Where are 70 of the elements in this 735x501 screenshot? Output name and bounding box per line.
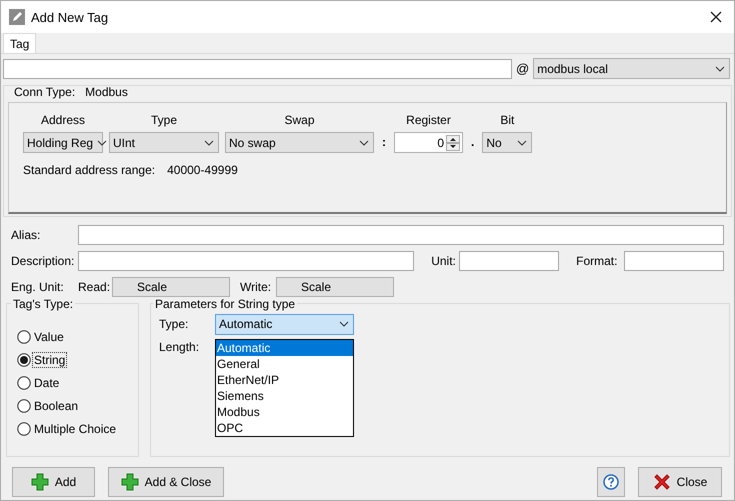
plus-icon: [120, 473, 139, 491]
radio-label[interactable]: Value: [33, 330, 65, 344]
alias-label: Alias:: [11, 228, 42, 242]
length-label: Length:: [159, 340, 200, 354]
radio-button[interactable]: [17, 376, 31, 390]
chevron-down-icon: [715, 66, 725, 72]
close-icon: [652, 473, 671, 491]
write-scale-button[interactable]: Scale: [276, 277, 394, 297]
description-label: Description:: [11, 254, 76, 268]
window-title: Add New Tag: [31, 10, 110, 24]
dropdown[interactable]: UInt: [109, 132, 219, 153]
help-icon: [603, 474, 619, 490]
chevron-down-icon: [204, 140, 214, 146]
radio-button[interactable]: [17, 330, 31, 344]
add-button[interactable]: Add: [12, 467, 95, 497]
address-range-value: 40000-49999: [167, 163, 238, 177]
radio-button[interactable]: [17, 422, 31, 436]
radio-label[interactable]: String: [33, 353, 66, 367]
dropdown[interactable]: No swap: [225, 132, 374, 153]
format-label: Format:: [576, 254, 618, 268]
alias-field[interactable]: [78, 225, 724, 245]
dropdown-option[interactable]: General: [216, 356, 353, 372]
close-button[interactable]: Close: [638, 467, 722, 497]
tag-name-field[interactable]: [3, 58, 512, 78]
add-button[interactable]: Add & Close: [108, 467, 224, 497]
dropdown-option[interactable]: Automatic: [216, 340, 353, 356]
dropdown-option[interactable]: EtherNet/IP: [216, 372, 353, 388]
help-button[interactable]: [597, 467, 625, 497]
radio-button[interactable]: [17, 399, 31, 413]
separator: :: [381, 135, 387, 151]
dropdown-option[interactable]: Modbus: [216, 404, 353, 420]
chevron-down-icon: [339, 321, 349, 327]
type-label: Type:: [159, 317, 190, 331]
group-title: Tag's Type:: [11, 297, 76, 311]
group-title: Parameters for String type: [153, 297, 298, 311]
tab[interactable]: Tag: [3, 33, 36, 53]
format-field[interactable]: [624, 251, 724, 271]
column-label: Type: [150, 113, 178, 127]
read-scale-button[interactable]: Scale: [112, 277, 230, 297]
address-range-label: Standard address range:: [23, 163, 156, 177]
plus-icon: [30, 473, 49, 491]
unit-field[interactable]: [459, 251, 560, 271]
close-icon[interactable]: [710, 11, 722, 23]
column-label: Bit: [499, 113, 516, 127]
conn-type-value: Modbus: [85, 85, 128, 99]
dropdown-option[interactable]: OPC: [216, 420, 353, 436]
column-label: Swap: [283, 113, 316, 127]
dropdown[interactable]: No: [482, 132, 532, 153]
radio-label[interactable]: Date: [33, 376, 60, 390]
dropdown-option[interactable]: Siemens: [216, 388, 353, 404]
pencil-icon: [9, 9, 25, 25]
at-sign: @: [516, 61, 530, 76]
column-label: Register: [405, 113, 452, 127]
register-spinner[interactable]: 0: [394, 132, 463, 153]
connection-dropdown[interactable]: modbus local: [533, 58, 730, 79]
radio-label[interactable]: Multiple Choice: [33, 422, 118, 436]
description-field[interactable]: [78, 251, 414, 271]
string-type-dropdown[interactable]: Automatic: [215, 314, 354, 334]
radio-label[interactable]: Boolean: [33, 399, 80, 413]
eng-unit-label: Eng. Unit:: [11, 280, 65, 294]
separator: .: [470, 135, 476, 151]
radio-button[interactable]: [17, 353, 31, 367]
chevron-down-icon: [517, 140, 528, 146]
write-label: Write:: [240, 280, 272, 294]
column-label: Address: [40, 113, 86, 127]
conn-type-label: Conn Type:: [14, 85, 76, 99]
unit-label: Unit:: [431, 254, 457, 268]
chevron-down-icon: [359, 140, 369, 146]
read-label: Read:: [78, 280, 112, 294]
chevron-down-icon: [97, 140, 108, 146]
